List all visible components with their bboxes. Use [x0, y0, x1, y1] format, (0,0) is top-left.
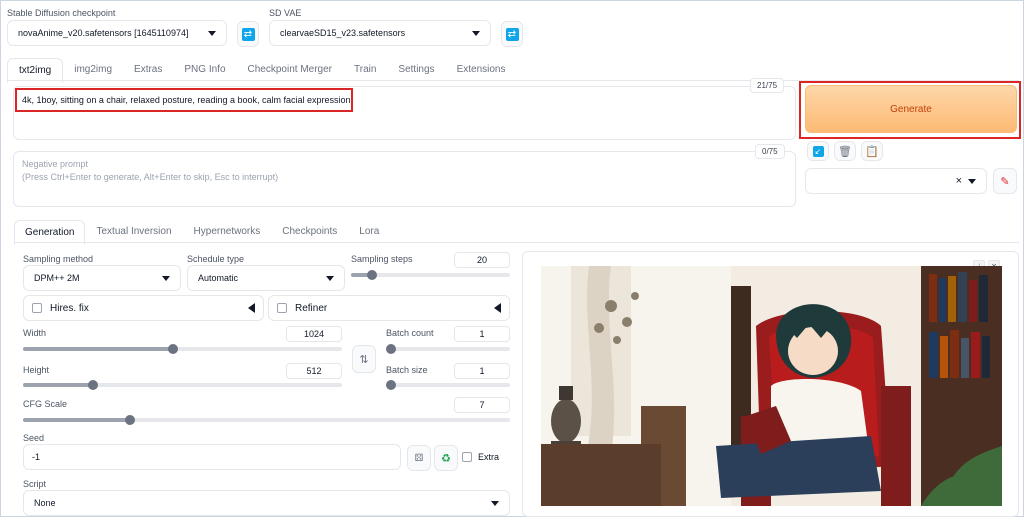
checkpoint-label: Stable Diffusion checkpoint — [7, 8, 116, 18]
negative-prompt-input[interactable]: Negative prompt (Press Ctrl+Enter to gen… — [13, 151, 796, 207]
prompt-highlight — [15, 88, 353, 112]
collapse-icon — [494, 303, 501, 313]
recycle-icon: ♻ — [441, 452, 451, 465]
clipboard-icon: 📋 — [865, 145, 879, 158]
hires-fix-label: Hires. fix — [50, 302, 89, 314]
refresh-vae-button[interactable]: ⇄ — [501, 21, 523, 47]
chevron-down-icon — [208, 30, 216, 36]
collapse-icon — [248, 303, 255, 313]
refiner-checkbox[interactable] — [277, 303, 287, 313]
hires-fix-accordion[interactable]: Hires. fix — [23, 295, 264, 321]
refiner-accordion[interactable]: Refiner — [268, 295, 510, 321]
paste-params-button[interactable]: ↙ — [807, 141, 829, 161]
width-input[interactable]: 1024 — [286, 326, 342, 342]
reuse-seed-button[interactable]: ♻ — [434, 445, 458, 471]
clear-prompt-button[interactable]: 🗑 — [834, 141, 856, 161]
slider-handle[interactable] — [366, 270, 377, 280]
width-slider[interactable] — [23, 344, 342, 354]
refresh-checkpoint-button[interactable]: ⇄ — [237, 21, 259, 47]
checkpoint-value: novaAnime_v20.safetensors [1645110974] — [18, 28, 189, 38]
chevron-down-icon — [472, 30, 480, 36]
vae-label: SD VAE — [269, 8, 302, 18]
vae-dropdown[interactable]: clearvaeSD15_v23.safetensors — [269, 20, 491, 46]
pencil-icon: ✎ — [1000, 175, 1010, 188]
script-label: Script — [23, 479, 47, 489]
batch-count-slider[interactable] — [386, 344, 510, 354]
batch-count-label: Batch count — [386, 328, 434, 338]
subtabs-divider — [14, 242, 1019, 243]
app-window: Stable Diffusion checkpoint novaAnime_v2… — [0, 0, 1024, 517]
generate-button[interactable]: Generate — [805, 85, 1017, 133]
slider-handle[interactable] — [386, 380, 396, 390]
batch-count-input[interactable]: 1 — [454, 326, 510, 342]
swap-dimensions-button[interactable]: ⇅ — [352, 345, 376, 373]
dice-icon: ⚄ — [414, 452, 424, 464]
swap-icon: ⇅ — [359, 353, 369, 366]
refresh-icon: ⇄ — [241, 27, 255, 41]
script-dropdown[interactable]: None — [23, 490, 510, 516]
arrow-icon: ↙ — [812, 145, 824, 157]
batch-size-input[interactable]: 1 — [454, 363, 510, 379]
seed-label: Seed — [23, 433, 45, 443]
sampling-steps-slider[interactable] — [351, 270, 510, 280]
seed-input[interactable]: -1 — [23, 444, 401, 470]
cfg-scale-input[interactable]: 7 — [454, 397, 510, 413]
batch-size-label: Batch size — [386, 365, 428, 375]
extra-checkbox[interactable] — [462, 452, 472, 462]
slider-handle[interactable] — [125, 415, 136, 425]
generated-image[interactable] — [541, 266, 1002, 506]
vae-value: clearvaeSD15_v23.safetensors — [280, 28, 406, 38]
slider-handle[interactable] — [386, 344, 396, 354]
width-label: Width — [23, 328, 47, 338]
cfg-scale-label: CFG Scale — [23, 399, 68, 409]
prompt-token-counter: 21/75 — [750, 78, 785, 93]
random-seed-button[interactable]: ⚄ — [407, 445, 431, 471]
clear-styles-icon[interactable]: × — [956, 175, 962, 187]
sampling-method-dropdown[interactable]: DPM++ 2M — [23, 265, 181, 291]
height-label: Height — [23, 365, 50, 375]
schedule-type-value: Automatic — [198, 273, 239, 283]
apply-styles-button[interactable]: 📋 — [861, 141, 883, 161]
batch-size-slider[interactable] — [386, 380, 510, 390]
styles-dropdown[interactable]: × — [805, 168, 987, 194]
refresh-icon: ⇄ — [505, 27, 519, 41]
edit-styles-button[interactable]: ✎ — [993, 168, 1017, 194]
chevron-down-icon — [491, 500, 499, 506]
slider-handle[interactable] — [167, 344, 178, 354]
extra-label: Extra — [478, 452, 500, 462]
slider-handle[interactable] — [88, 380, 99, 390]
schedule-type-dropdown[interactable]: Automatic — [187, 265, 345, 291]
sampling-method-label: Sampling method — [23, 254, 94, 264]
hires-fix-checkbox[interactable] — [32, 303, 42, 313]
sampling-steps-input[interactable]: 20 — [454, 252, 510, 268]
height-slider[interactable] — [23, 380, 342, 390]
negative-token-counter: 0/75 — [755, 144, 785, 159]
cfg-scale-slider[interactable] — [23, 415, 510, 425]
chevron-down-icon — [968, 178, 976, 184]
refiner-label: Refiner — [295, 302, 328, 314]
sampling-method-value: DPM++ 2M — [34, 273, 80, 283]
height-input[interactable]: 512 — [286, 363, 342, 379]
trash-icon: 🗑 — [838, 145, 852, 158]
checkpoint-dropdown[interactable]: novaAnime_v20.safetensors [1645110974] — [7, 20, 227, 46]
sampling-steps-label: Sampling steps — [351, 254, 413, 264]
script-value: None — [34, 498, 56, 508]
extra-seed-toggle[interactable]: Extra — [462, 452, 499, 462]
chevron-down-icon — [162, 275, 170, 281]
schedule-type-label: Schedule type — [187, 254, 245, 264]
chevron-down-icon — [326, 275, 334, 281]
